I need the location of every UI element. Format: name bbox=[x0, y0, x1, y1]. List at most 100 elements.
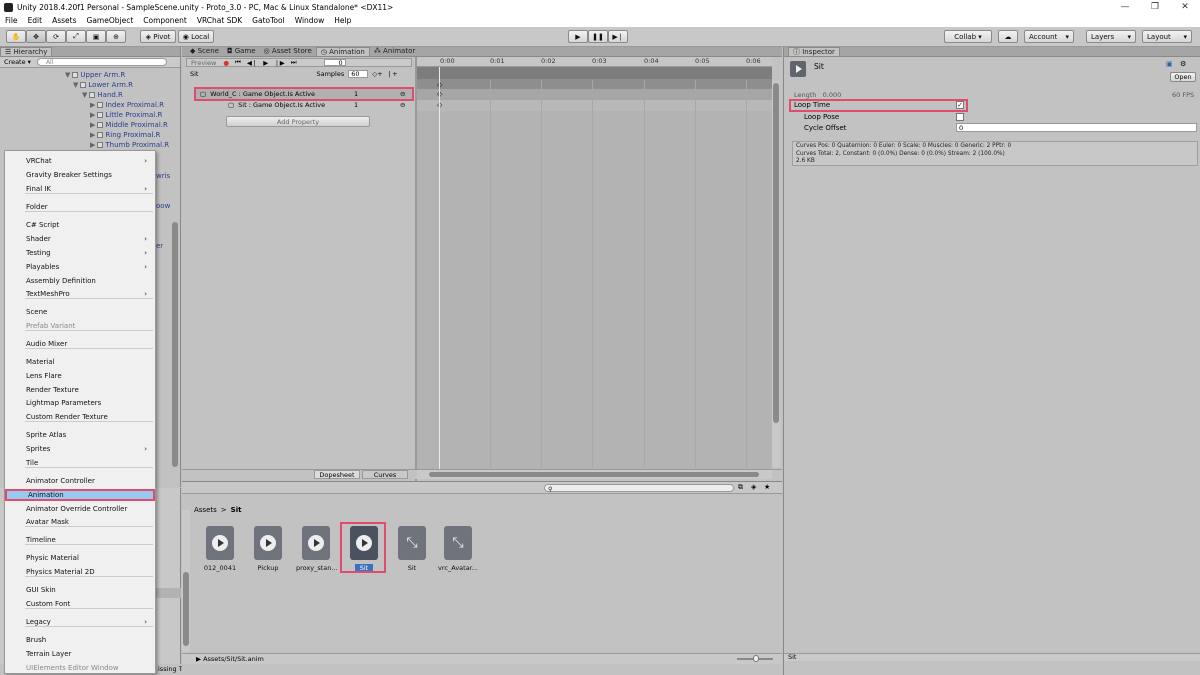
menu-item-lens-flare[interactable]: Lens Flare bbox=[5, 370, 155, 382]
keyframe-lane[interactable] bbox=[417, 89, 772, 100]
menu-item-material[interactable]: Material bbox=[5, 356, 155, 368]
property-row[interactable]: ▢ Sit : Game Object.Is Active 1 ⊖ bbox=[194, 100, 414, 110]
breadcrumb-assets[interactable]: Assets bbox=[194, 506, 217, 514]
hierarchy-item-partial[interactable]: oow bbox=[156, 202, 170, 210]
menu-item-physic-material[interactable]: Physic Material bbox=[5, 552, 155, 564]
play-anim-icon[interactable]: ▶ bbox=[260, 59, 271, 67]
filter-label-icon[interactable]: ◈ bbox=[751, 483, 756, 491]
asset-item[interactable]: ⤡ Sit bbox=[392, 526, 432, 572]
minimize-button[interactable]: — bbox=[1110, 0, 1140, 14]
dopesheet-area[interactable] bbox=[417, 111, 772, 469]
tab-scene[interactable]: ◆ Scene bbox=[186, 47, 223, 56]
menu-vrchat-sdk[interactable]: VRChat SDK bbox=[192, 16, 247, 25]
asset-item[interactable]: Pickup bbox=[248, 526, 288, 572]
collab-button[interactable]: Collab ▾ bbox=[944, 30, 992, 43]
play-button[interactable]: ▶ bbox=[568, 30, 588, 43]
breadcrumb-sit[interactable]: Sit bbox=[231, 506, 242, 514]
menu-item-shader[interactable]: Shader › bbox=[5, 233, 155, 245]
favorite-icon[interactable]: ★ bbox=[764, 483, 770, 491]
h-scrollbar-thumb[interactable] bbox=[429, 472, 759, 477]
hierarchy-item[interactable]: ▶ Little Proximal.R bbox=[90, 111, 162, 119]
scale-tool-icon[interactable]: ⤢ bbox=[66, 30, 86, 43]
step-button[interactable]: ▶❘ bbox=[608, 30, 628, 43]
clip-dropdown[interactable]: Sit bbox=[186, 70, 198, 78]
checkbox[interactable]: ▢ bbox=[228, 101, 234, 109]
horizontal-scrollbar[interactable] bbox=[417, 470, 772, 479]
cloud-icon[interactable]: ☁ bbox=[998, 30, 1018, 43]
asset-item[interactable]: ⤡ vrc_Avatar... bbox=[438, 526, 478, 572]
menu-item-brush[interactable]: Brush bbox=[5, 634, 155, 646]
record-icon[interactable]: ● bbox=[220, 59, 232, 67]
keyframe-menu-icon[interactable]: ⊖ bbox=[400, 101, 405, 109]
hand-tool-icon[interactable]: ✋ bbox=[6, 30, 26, 43]
tab-game[interactable]: ◘ Game bbox=[223, 47, 260, 56]
menu-help[interactable]: Help bbox=[329, 16, 356, 25]
pause-button[interactable]: ❚❚ bbox=[588, 30, 608, 43]
menu-item-assembly-definition[interactable]: Assembly Definition bbox=[5, 275, 155, 287]
loop-pose-checkbox[interactable] bbox=[956, 113, 964, 121]
tab-hierarchy[interactable]: ☰ Hierarchy bbox=[0, 47, 53, 56]
hierarchy-item[interactable]: ▼ Lower Arm.R bbox=[73, 81, 133, 89]
create-dropdown[interactable]: Create ▾ bbox=[4, 58, 31, 66]
project-scrollbar[interactable] bbox=[182, 510, 190, 652]
tab-animation[interactable]: ◷ Animation bbox=[315, 47, 370, 56]
menu-item-terrain-layer[interactable]: Terrain Layer bbox=[5, 648, 155, 660]
hierarchy-item[interactable]: ▼ Upper Arm.R bbox=[65, 71, 125, 79]
menu-edit[interactable]: Edit bbox=[23, 16, 48, 25]
property-value[interactable]: 1 bbox=[354, 101, 358, 109]
move-tool-icon[interactable]: ✥ bbox=[26, 30, 46, 43]
asset-item[interactable]: 012_0041 bbox=[200, 526, 240, 572]
menu-item-vrchat[interactable]: VRChat › bbox=[5, 155, 155, 167]
hierarchy-scrollbar[interactable] bbox=[172, 222, 178, 467]
menu-component[interactable]: Component bbox=[138, 16, 192, 25]
vertical-scrollbar[interactable] bbox=[772, 81, 780, 467]
menu-item-sprites[interactable]: Sprites › bbox=[5, 443, 155, 455]
scrollbar-thumb[interactable] bbox=[773, 83, 779, 423]
menu-item-testing[interactable]: Testing › bbox=[5, 247, 155, 259]
tab-inspector[interactable]: ⓘ Inspector bbox=[788, 47, 840, 56]
add-event-icon[interactable]: ❘+ bbox=[387, 70, 398, 78]
settings-icon[interactable]: ⚙ bbox=[1180, 60, 1186, 68]
menu-window[interactable]: Window bbox=[290, 16, 330, 25]
layers-dropdown[interactable]: Layers ▾ bbox=[1086, 30, 1136, 43]
menu-item-animation[interactable]: Animation bbox=[5, 489, 155, 501]
menu-file[interactable]: File bbox=[0, 16, 23, 25]
frame-field[interactable]: 0 bbox=[323, 59, 346, 66]
hierarchy-item-partial[interactable]: wris bbox=[156, 172, 170, 180]
menu-item-lightmap-parameters[interactable]: Lightmap Parameters bbox=[5, 397, 155, 409]
layout-dropdown[interactable]: Layout ▾ bbox=[1142, 30, 1192, 43]
hierarchy-item[interactable]: ▶ Middle Proximal.R bbox=[90, 121, 168, 129]
menu-item-playables[interactable]: Playables › bbox=[5, 261, 155, 273]
playhead[interactable] bbox=[439, 67, 440, 469]
close-button[interactable]: ✕ bbox=[1170, 0, 1200, 14]
cycle-offset-field[interactable]: 0 bbox=[956, 123, 1197, 132]
menu-gameobject[interactable]: GameObject bbox=[82, 16, 139, 25]
prev-key-icon[interactable]: ◀❘ bbox=[244, 59, 260, 67]
preview-button[interactable]: Preview bbox=[187, 59, 220, 67]
hierarchy-item[interactable]: ▶ Ring Proximal.R bbox=[90, 131, 160, 139]
curves-tab[interactable]: Curves bbox=[362, 470, 408, 479]
menu-item-gravity-breaker-settings[interactable]: Gravity Breaker Settings bbox=[5, 169, 155, 181]
samples-field[interactable]: 60 bbox=[348, 70, 369, 78]
preview-header[interactable]: Sit bbox=[784, 653, 1200, 661]
open-button[interactable]: Open bbox=[1170, 72, 1196, 82]
hierarchy-search-input[interactable]: All bbox=[36, 58, 167, 66]
hierarchy-item[interactable]: ▶ Thumb Proximal.R bbox=[90, 141, 169, 149]
summary-lane[interactable] bbox=[417, 79, 772, 89]
last-key-icon[interactable]: ⏭ bbox=[288, 58, 300, 67]
filter-type-icon[interactable]: ⧉ bbox=[738, 483, 743, 492]
zoom-slider-thumb[interactable] bbox=[753, 655, 759, 662]
tab-animator[interactable]: ⁂ Animator bbox=[370, 47, 419, 56]
local-toggle[interactable]: ◉ Local bbox=[178, 30, 214, 43]
menu-item-animator-controller[interactable]: Animator Controller bbox=[5, 475, 155, 487]
keyframe-lane[interactable] bbox=[417, 100, 772, 111]
menu-gatotool[interactable]: GatoTool bbox=[247, 16, 290, 25]
menu-item-gui-skin[interactable]: GUI Skin bbox=[5, 584, 155, 596]
account-dropdown[interactable]: Account ▾ bbox=[1024, 30, 1074, 43]
pivot-toggle[interactable]: ◈ Pivot bbox=[140, 30, 176, 43]
hierarchy-item-partial[interactable]: er bbox=[156, 242, 163, 250]
add-property-button[interactable]: Add Property bbox=[226, 116, 370, 127]
menu-item-animator-override-controller[interactable]: Animator Override Controller bbox=[5, 503, 155, 515]
dopesheet-tab[interactable]: Dopesheet bbox=[314, 470, 360, 479]
folder-row[interactable] bbox=[156, 588, 181, 598]
